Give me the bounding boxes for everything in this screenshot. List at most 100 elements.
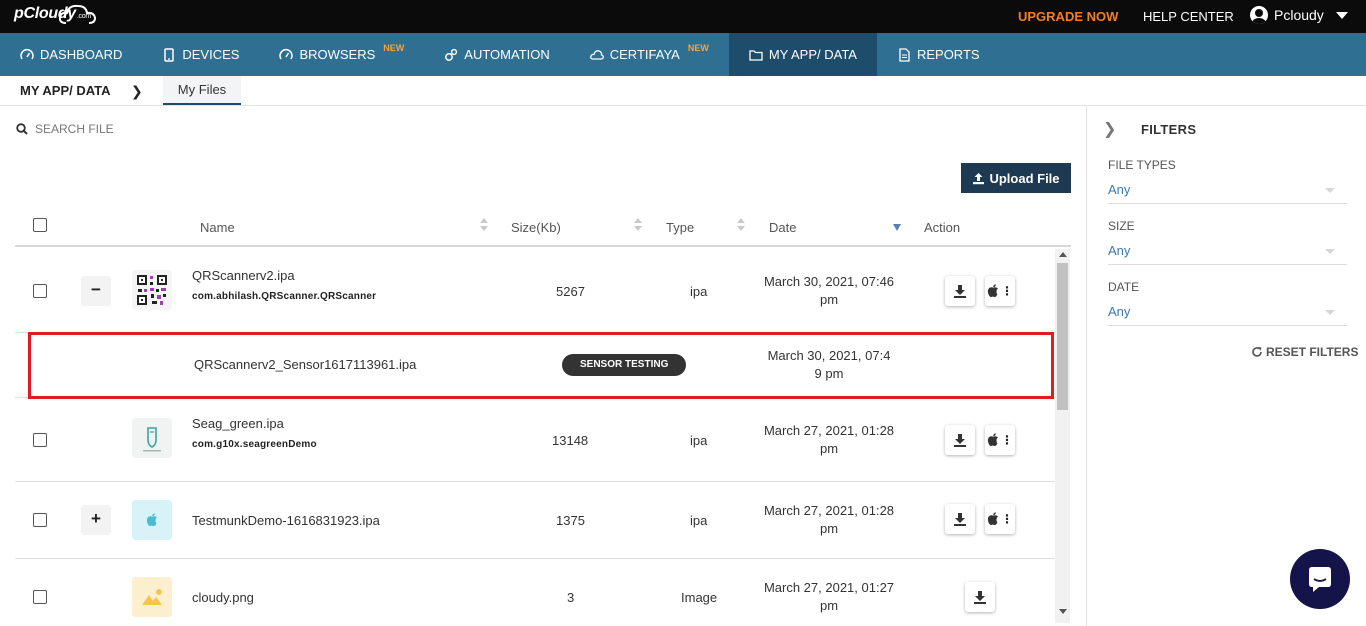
search-icon — [16, 123, 28, 135]
download-button[interactable] — [965, 582, 995, 612]
apple-icon — [987, 284, 998, 297]
column-action: Action — [924, 220, 961, 235]
download-icon — [954, 285, 966, 298]
expand-toggle[interactable]: + — [81, 505, 111, 535]
nav-automation[interactable]: AUTOMATION — [424, 33, 569, 76]
breadcrumb-root[interactable]: MY APP/ DATA — [20, 83, 111, 98]
scrollbar-thumb[interactable] — [1057, 263, 1068, 410]
nav-label: MY APP/ DATA — [768, 47, 857, 62]
sort-icon[interactable] — [480, 218, 488, 232]
chat-widget-button[interactable] — [1290, 549, 1350, 609]
sort-desc-icon[interactable] — [893, 224, 901, 231]
file-type: ipa — [690, 513, 708, 528]
collapse-filters-icon[interactable]: ❯ — [1103, 119, 1116, 139]
select-all-checkbox[interactable] — [33, 218, 47, 232]
nav-browsers[interactable]: BROWSERS NEW — [259, 33, 424, 76]
sort-icon[interactable] — [737, 218, 745, 232]
nav-dashboard[interactable]: DASHBOARD — [0, 33, 142, 76]
download-button[interactable] — [945, 276, 975, 306]
collapse-toggle[interactable]: − — [81, 276, 111, 306]
search-input[interactable] — [35, 122, 235, 136]
file-date: March 27, 2021, 01:28 pm — [749, 422, 909, 458]
file-date: March 27, 2021, 01:28 pm — [749, 502, 909, 538]
column-type[interactable]: Type — [666, 220, 694, 235]
sort-icon[interactable] — [634, 218, 642, 232]
package-id: com.g10x.seagreenDemo — [192, 439, 317, 450]
ios-options-button[interactable]: ⋮ — [985, 425, 1015, 455]
file-date: March 27, 2021, 01:27 pm — [749, 579, 909, 615]
download-icon — [974, 591, 986, 604]
column-name[interactable]: Name — [200, 220, 235, 235]
date-select[interactable]: Any — [1108, 302, 1347, 326]
select-value: Any — [1108, 304, 1131, 319]
size-select[interactable]: Any — [1108, 241, 1347, 265]
scroll-down-arrow-icon[interactable] — [1059, 609, 1067, 614]
mobile-icon — [164, 47, 175, 62]
file-name[interactable]: QRScannerv2.ipa — [192, 268, 295, 283]
apple-icon — [987, 512, 998, 525]
package-id: com.abhilash.QRScanner.QRScanner — [192, 291, 377, 302]
date-line: March 27, 2021, 01:28 — [763, 503, 895, 518]
date-line: March 30, 2021, 07:46 — [763, 274, 895, 289]
download-button[interactable] — [945, 504, 975, 534]
download-button[interactable] — [945, 425, 975, 455]
filter-label-date: DATE — [1108, 280, 1140, 294]
ios-options-button[interactable]: ⋮ — [985, 504, 1015, 534]
file-type: ipa — [690, 284, 708, 299]
chat-icon — [1309, 567, 1331, 592]
nav-label: DEVICES — [182, 47, 240, 62]
breadcrumb: MY APP/ DATA ❯ My Files — [0, 76, 1366, 106]
date-line: March 27, 2021, 01:27 — [763, 580, 895, 595]
seagreen-thumb — [132, 418, 172, 458]
file-size: 5267 — [556, 284, 585, 299]
row-checkbox[interactable] — [33, 433, 47, 447]
nav-label: DASHBOARD — [40, 47, 123, 62]
row-checkbox[interactable] — [33, 513, 47, 527]
scroll-up-arrow-icon[interactable] — [1059, 252, 1067, 257]
file-name[interactable]: cloudy.png — [192, 590, 254, 605]
date-line: pm — [819, 292, 839, 307]
upload-label: Upload File — [989, 170, 1060, 186]
ios-options-button[interactable]: ⋮ — [985, 276, 1015, 306]
table-row: + TestmunkDemo-1616831923.ipa 1375 ipa M… — [15, 482, 1055, 559]
more-vertical-icon: ⋮ — [1001, 284, 1013, 298]
row-checkbox[interactable] — [33, 590, 47, 604]
table-row: Seag_green.ipa com.g10x.seagreenDemo 131… — [15, 398, 1055, 482]
upload-icon — [973, 172, 985, 184]
date-line: pm — [819, 521, 839, 536]
gears-icon — [445, 48, 458, 61]
user-avatar-icon — [1250, 6, 1268, 24]
files-table: − QRScannerv2.ipa com.abhilash.QRScanner… — [15, 249, 1071, 623]
file-name[interactable]: TestmunkDemo-1616831923.ipa — [192, 513, 380, 528]
upload-file-button[interactable]: Upload File — [961, 163, 1071, 193]
qr-code-thumb — [132, 270, 172, 310]
upgrade-now-link[interactable]: UPGRADE NOW — [1018, 9, 1118, 24]
caret-down-icon — [1325, 249, 1335, 254]
reset-filters-button[interactable]: RESET FILTERS — [1251, 345, 1358, 359]
nav-devices[interactable]: DEVICES — [142, 33, 259, 76]
filters-title: FILTERS — [1141, 122, 1197, 137]
file-size: 13148 — [552, 433, 589, 448]
file-types-select[interactable]: Any — [1108, 180, 1347, 204]
tab-my-files[interactable]: My Files — [163, 76, 241, 105]
nav-my-app-data[interactable]: MY APP/ DATA — [728, 33, 877, 76]
row-checkbox[interactable] — [33, 284, 47, 298]
caret-down-icon — [1325, 188, 1335, 193]
column-date[interactable]: Date — [769, 220, 796, 235]
date-line: pm — [819, 598, 839, 613]
table-row: cloudy.png 3 Image March 27, 2021, 01:27… — [15, 559, 1055, 623]
search-bar — [16, 122, 235, 136]
column-size[interactable]: Size(Kb) — [511, 220, 561, 235]
cloud-logo-icon — [58, 4, 97, 24]
nav-reports[interactable]: REPORTS — [877, 33, 1000, 76]
help-center-link[interactable]: HELP CENTER — [1143, 9, 1234, 24]
user-menu[interactable]: Pcloudy — [1250, 6, 1348, 24]
nav-label: REPORTS — [916, 47, 980, 62]
filter-label-size: SIZE — [1108, 219, 1135, 233]
pcloudy-logo[interactable]: pCloudy.com — [14, 4, 97, 24]
apple-thumb — [132, 500, 172, 540]
table-header: Name Size(Kb) Type Date Action — [15, 208, 1071, 247]
file-name[interactable]: Seag_green.ipa — [192, 416, 284, 431]
folder-icon — [749, 49, 763, 61]
nav-certifaya[interactable]: CERTIFAYA NEW — [570, 33, 729, 76]
